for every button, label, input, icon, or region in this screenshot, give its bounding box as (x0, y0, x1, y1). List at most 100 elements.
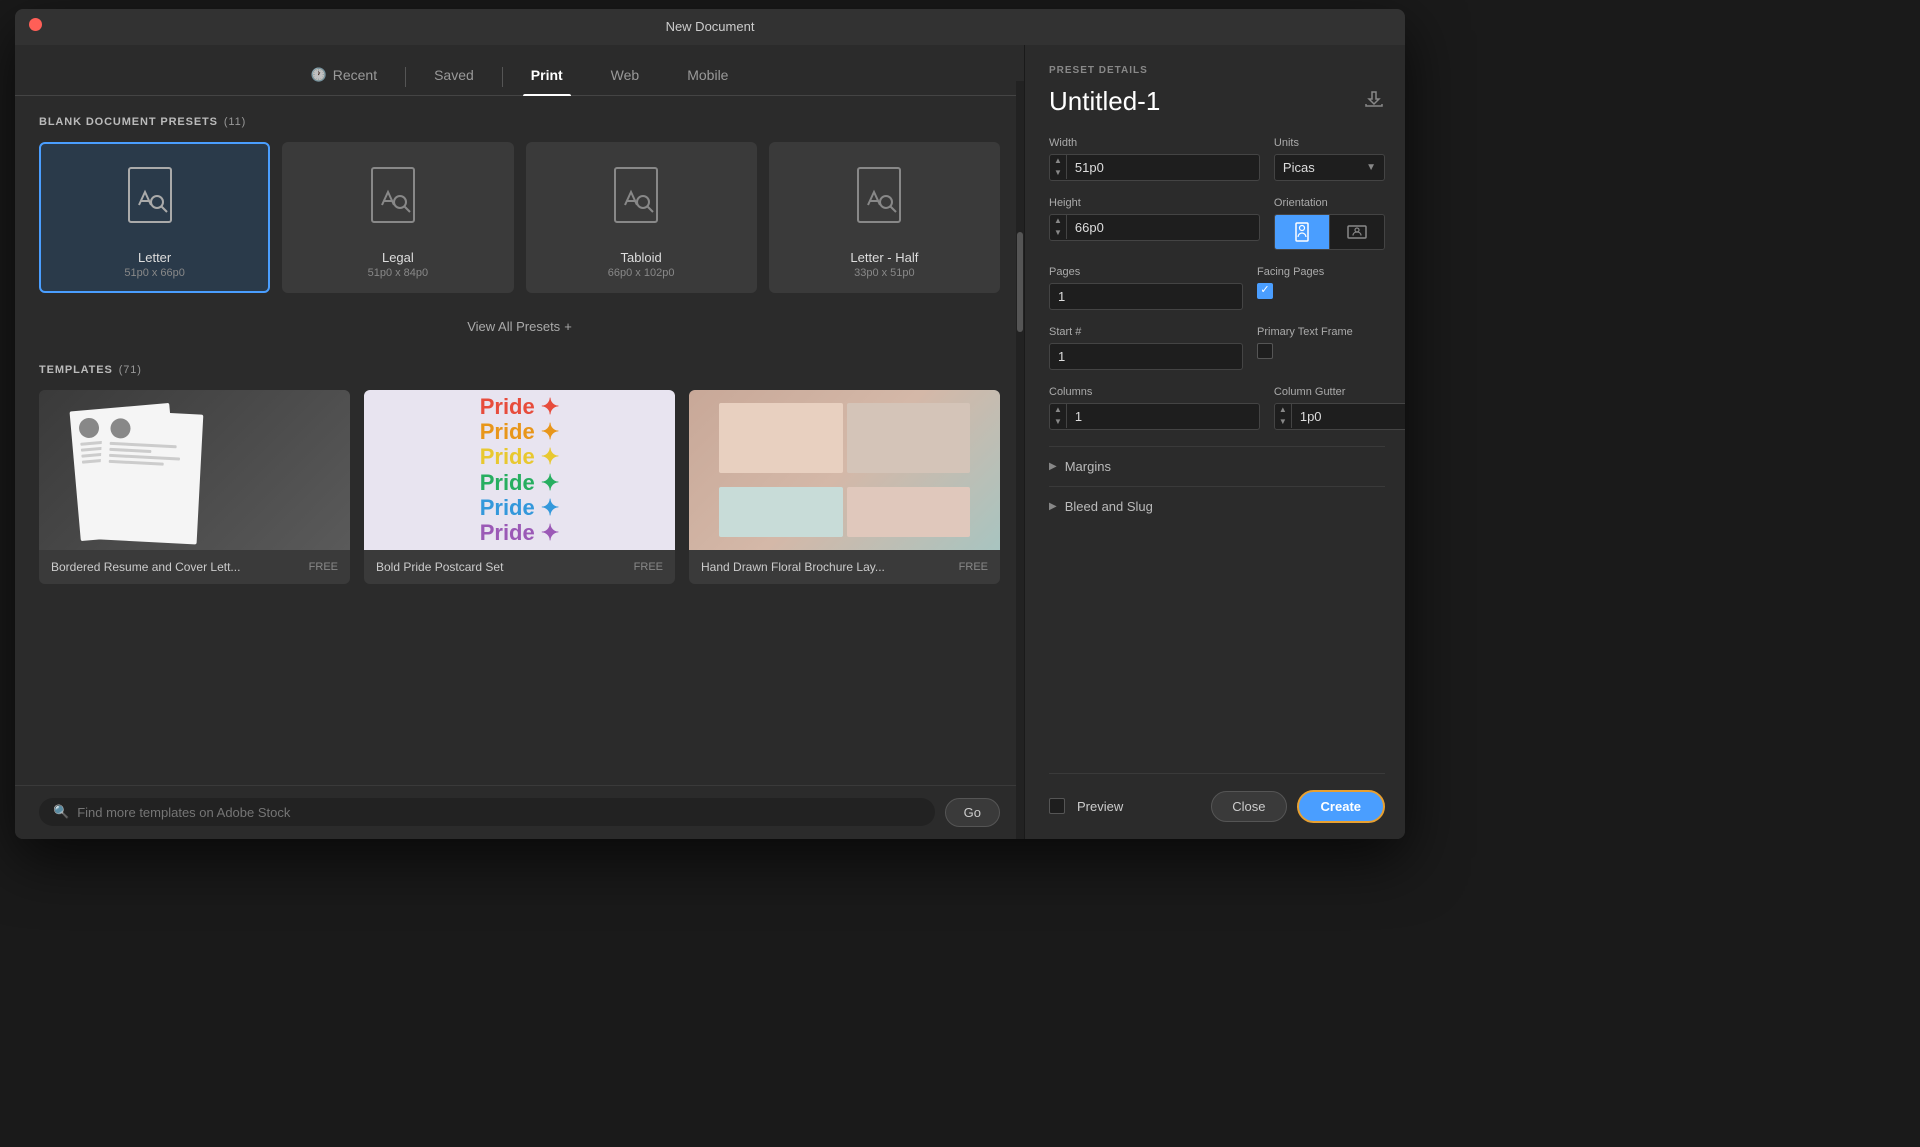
pages-input[interactable] (1050, 284, 1242, 309)
portrait-button[interactable] (1275, 215, 1329, 249)
height-up-spinner[interactable]: ▲ (1050, 215, 1066, 227)
facing-pages-label: Facing Pages (1257, 266, 1385, 278)
ptf-field-group: Primary Text Frame (1257, 326, 1385, 359)
start-ptf-row: Start # Primary Text Frame (1049, 326, 1385, 370)
close-traffic-dot[interactable] (29, 18, 42, 31)
close-button[interactable]: Close (1211, 791, 1286, 822)
bleed-slug-header[interactable]: ▶ Bleed and Slug (1049, 499, 1385, 514)
columns-down-spinner[interactable]: ▼ (1050, 416, 1066, 428)
tab-mobile[interactable]: Mobile (663, 59, 752, 95)
height-orientation-row: Height ▲ ▼ Orientation (1049, 197, 1385, 250)
ptf-checkbox-wrap[interactable] (1257, 343, 1385, 359)
resume-line-8 (109, 459, 164, 465)
floral-card-1 (719, 403, 843, 473)
width-field-group: Width ▲ ▼ (1049, 137, 1260, 181)
title-bar: New Document (15, 9, 1405, 45)
save-preset-icon[interactable] (1363, 90, 1385, 113)
resume-line-7 (109, 453, 180, 460)
columns-input-wrap: ▲ ▼ (1049, 403, 1260, 430)
width-units-row: Width ▲ ▼ Units Picas ▼ (1049, 137, 1385, 181)
document-name: Untitled-1 (1049, 86, 1160, 117)
height-field-group: Height ▲ ▼ (1049, 197, 1260, 241)
bleed-slug-section: ▶ Bleed and Slug (1049, 486, 1385, 526)
margins-arrow-icon: ▶ (1049, 461, 1057, 472)
width-spinners: ▲ ▼ (1050, 155, 1067, 179)
view-all-presets-button[interactable]: View All Presets + (455, 313, 584, 340)
action-buttons: Close Create (1211, 790, 1385, 823)
template-resume[interactable]: Bordered Resume and Cover Lett... FREE (39, 390, 350, 584)
preset-legal[interactable]: Legal 51p0 x 84p0 (282, 142, 513, 293)
start-input-wrap (1049, 343, 1243, 370)
preset-legal-icon (358, 160, 438, 240)
scrollbar-thumb[interactable] (1017, 232, 1023, 332)
gutter-up-spinner[interactable]: ▲ (1275, 404, 1291, 416)
preset-letter-name: Letter (138, 250, 171, 265)
units-field-group: Units Picas ▼ (1274, 137, 1385, 181)
width-down-spinner[interactable]: ▼ (1050, 167, 1066, 179)
resume-avatar-circle (78, 417, 100, 439)
preset-tabloid[interactable]: Tabloid 66p0 x 102p0 (526, 142, 757, 293)
template-floral-name: Hand Drawn Floral Brochure Lay... (701, 560, 885, 574)
gutter-input[interactable] (1292, 404, 1405, 429)
columns-gutter-row: Columns ▲ ▼ Column Gutter ▲ ▼ (1049, 386, 1385, 430)
start-input[interactable] (1050, 344, 1242, 369)
floral-card-3 (719, 487, 843, 537)
search-bar: 🔍 Go (15, 785, 1024, 839)
go-button[interactable]: Go (945, 798, 1000, 827)
preset-letter[interactable]: Letter 51p0 x 66p0 (39, 142, 270, 293)
width-input[interactable] (1067, 155, 1259, 180)
margins-header[interactable]: ▶ Margins (1049, 459, 1385, 474)
gutter-spinners: ▲ ▼ (1275, 404, 1292, 428)
width-label: Width (1049, 137, 1260, 149)
traffic-lights (29, 18, 42, 36)
tab-divider-2 (502, 67, 503, 87)
bottom-actions: Preview Close Create (1049, 773, 1385, 823)
scrollbar-track (1016, 81, 1024, 839)
tab-web[interactable]: Web (587, 59, 664, 95)
height-input[interactable] (1067, 215, 1259, 240)
start-field-group: Start # (1049, 326, 1243, 370)
ptf-checkbox[interactable] (1257, 343, 1273, 359)
template-floral[interactable]: Hand Drawn Floral Brochure Lay... FREE (689, 390, 1000, 584)
template-resume-name: Bordered Resume and Cover Lett... (51, 560, 240, 574)
orientation-buttons (1274, 214, 1385, 250)
create-button[interactable]: Create (1297, 790, 1385, 823)
resume-line-5 (110, 441, 177, 448)
columns-up-spinner[interactable]: ▲ (1050, 404, 1066, 416)
landscape-icon (1346, 221, 1368, 243)
preset-letter-half[interactable]: Letter - Half 33p0 x 51p0 (769, 142, 1000, 293)
pages-input-wrap (1049, 283, 1243, 310)
floral-card-4 (847, 487, 971, 537)
tab-saved[interactable]: Saved (410, 59, 498, 95)
search-icon: 🔍 (53, 804, 69, 820)
gutter-down-spinner[interactable]: ▼ (1275, 416, 1291, 428)
stock-search-input[interactable] (77, 805, 920, 820)
resume-pages (70, 402, 319, 538)
portrait-icon (1291, 221, 1313, 243)
units-label: Units (1274, 137, 1385, 149)
columns-input[interactable] (1067, 404, 1259, 429)
template-resume-thumb (39, 390, 350, 550)
width-up-spinner[interactable]: ▲ (1050, 155, 1066, 167)
preset-letter-size: 51p0 x 66p0 (124, 267, 185, 279)
tab-print[interactable]: Print (507, 59, 587, 95)
tab-recent[interactable]: 🕐 Recent (287, 59, 402, 95)
facing-pages-checkbox-wrap[interactable]: ✓ (1257, 283, 1385, 299)
units-select[interactable]: Picas ▼ (1274, 154, 1385, 181)
margins-section: ▶ Margins (1049, 446, 1385, 486)
landscape-button[interactable] (1329, 215, 1384, 249)
height-down-spinner[interactable]: ▼ (1050, 227, 1066, 239)
template-floral-info: Hand Drawn Floral Brochure Lay... FREE (689, 550, 1000, 584)
units-value: Picas (1283, 160, 1315, 175)
new-document-dialog: New Document 🕐 Recent Saved Print W (15, 9, 1405, 839)
template-pride-info: Bold Pride Postcard Set FREE (364, 550, 675, 584)
preset-tabloid-icon (601, 160, 681, 240)
floral-card-2 (847, 403, 971, 473)
preset-details-label: PRESET DETAILS (1049, 65, 1385, 76)
facing-pages-checkbox[interactable]: ✓ (1257, 283, 1273, 299)
main-content: 🕐 Recent Saved Print Web Mobile (15, 45, 1405, 839)
preview-checkbox[interactable] (1049, 798, 1065, 814)
template-pride[interactable]: Pride ✦ Pride ✦ Pride ✦ Pride ✦ Pride ✦ … (364, 390, 675, 584)
width-input-wrap: ▲ ▼ (1049, 154, 1260, 181)
facing-pages-field-group: Facing Pages ✓ (1257, 266, 1385, 299)
